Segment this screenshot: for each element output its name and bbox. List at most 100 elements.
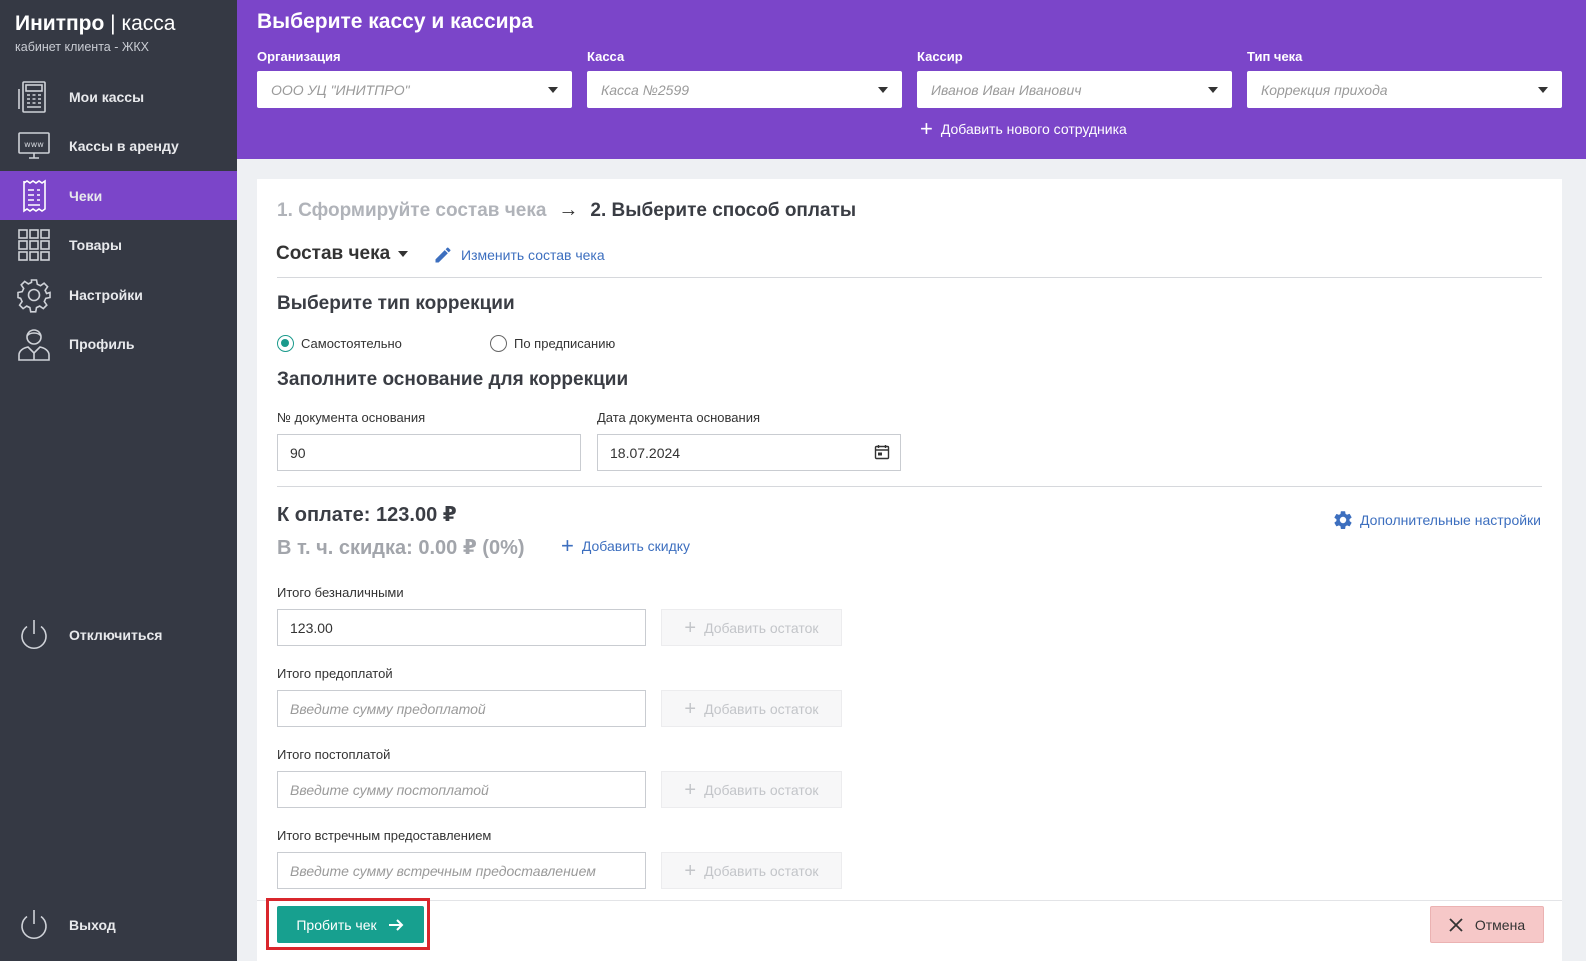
receipt-type-field: Тип чека Коррекция прихода	[1247, 49, 1562, 108]
add-rest-button[interactable]: + Добавить остаток	[661, 690, 842, 727]
cash-register-field: Касса Касса №2599	[587, 49, 902, 108]
cash-register-select[interactable]: Касса №2599	[587, 71, 902, 108]
radio-by-order[interactable]: По предписанию	[490, 335, 615, 352]
radio-self[interactable]: Самостоятельно	[277, 335, 402, 352]
chevron-down-icon	[548, 87, 558, 93]
sidebar-item-receipts[interactable]: Чеки	[0, 171, 237, 220]
page-title: Выберите кассу и кассира	[257, 10, 534, 33]
add-discount-label: Добавить скидку	[581, 538, 691, 554]
content-card: 1. Сформируйте состав чека → 2. Выберите…	[257, 179, 1562, 961]
step-1[interactable]: 1. Сформируйте состав чека	[277, 200, 546, 222]
caret-down-icon	[398, 251, 409, 257]
add-rest-label: Добавить остаток	[704, 700, 819, 717]
add-employee-link[interactable]: + Добавить нового сотрудника	[920, 116, 1127, 141]
add-rest-button[interactable]: + Добавить остаток	[661, 852, 842, 889]
gear-icon	[16, 277, 52, 313]
counter-input[interactable]: Введите сумму встречным предоставлением	[277, 852, 646, 889]
total-amount: К оплате: 123.00 ₽	[277, 504, 457, 526]
grid-icon	[16, 227, 52, 263]
submit-receipt-button[interactable]: Пробить чек	[277, 906, 424, 943]
prepaid-label: Итого предоплатой	[277, 666, 393, 681]
edit-composition-link[interactable]: Изменить состав чека	[433, 245, 605, 265]
plus-icon: +	[920, 116, 933, 141]
postpaid-input[interactable]: Введите сумму постоплатой	[277, 771, 646, 808]
prepaid-input[interactable]: Введите сумму предоплатой	[277, 690, 646, 727]
chevron-down-icon	[878, 87, 888, 93]
add-rest-button[interactable]: + Добавить остаток	[661, 771, 842, 808]
gear-icon	[1334, 511, 1352, 529]
brand: Инитпро | касса кабинет клиента - ЖКХ	[15, 12, 175, 54]
cashier-field: Кассир Иванов Иван Иванович	[917, 49, 1232, 108]
plus-icon: +	[684, 778, 697, 801]
counter-label: Итого встречным предоставлением	[277, 828, 492, 843]
radio-button[interactable]	[490, 335, 507, 352]
close-icon	[1449, 917, 1463, 932]
composition-title: Состав чека	[276, 243, 391, 264]
doc-number-input[interactable]: 90	[277, 434, 581, 471]
organization-select[interactable]: ООО УЦ "ИНИТПРО"	[257, 71, 572, 108]
add-rest-label: Добавить остаток	[704, 781, 819, 798]
sidebar-item-label: Настройки	[69, 286, 143, 303]
sidebar-item-my-cash-registers[interactable]: Мои кассы	[0, 72, 237, 121]
add-rest-label: Добавить остаток	[704, 862, 819, 879]
doc-number-label: № документа основания	[277, 410, 426, 425]
edit-composition-label: Изменить состав чека	[461, 247, 605, 263]
extra-settings-label: Дополнительные настройки	[1360, 512, 1541, 528]
divider	[277, 486, 1542, 487]
brand-separator: |	[104, 12, 122, 35]
svg-text:www: www	[24, 140, 44, 149]
plus-icon: +	[684, 697, 697, 720]
arrow-right-icon	[388, 918, 404, 931]
power-icon	[16, 907, 52, 943]
brand-name: Инитпро	[15, 12, 105, 35]
plus-icon: +	[684, 616, 697, 639]
prepaid-placeholder: Введите сумму предоплатой	[290, 700, 486, 717]
cashier-select[interactable]: Иванов Иван Иванович	[917, 71, 1232, 108]
postpaid-label: Итого постоплатой	[277, 747, 391, 762]
add-employee-label: Добавить нового сотрудника	[940, 121, 1127, 137]
chevron-down-icon	[1538, 87, 1548, 93]
extra-settings-link[interactable]: Дополнительные настройки	[1332, 509, 1541, 531]
brand-subtitle: кабинет клиента - ЖКХ	[15, 40, 150, 54]
step-2: 2. Выберите способ оплаты	[590, 199, 857, 221]
footer-divider	[257, 900, 1562, 901]
cash-register-value: Касса №2599	[601, 81, 690, 98]
discount-amount: В т. ч. скидка: 0.00 ₽ (0%)	[277, 537, 525, 559]
steps-breadcrumb: 1. Сформируйте состав чека → 2. Выберите…	[277, 199, 856, 222]
cashless-input[interactable]: 123.00	[277, 609, 646, 646]
sidebar: Инитпро | касса кабинет клиента - ЖКХ Мо…	[0, 0, 237, 961]
add-rest-button[interactable]: + Добавить остаток	[661, 609, 842, 646]
correction-basis-title: Заполните основание для коррекции	[277, 369, 629, 390]
cashier-value: Иванов Иван Иванович	[931, 81, 1082, 98]
disconnect-label: Отключиться	[69, 626, 163, 643]
composition-toggle[interactable]: Состав чека	[276, 243, 409, 265]
power-icon	[16, 617, 52, 653]
cancel-label: Отмена	[1474, 916, 1526, 933]
brand-product: касса	[121, 12, 176, 35]
cashier-label: Кассир	[917, 49, 963, 64]
add-discount-link[interactable]: + Добавить скидку	[561, 535, 691, 557]
plus-icon: +	[684, 859, 697, 882]
sidebar-item-label: Кассы в аренду	[69, 137, 179, 154]
logout-button[interactable]: Выход	[0, 900, 237, 949]
doc-date-label: Дата документа основания	[597, 410, 761, 425]
radio-self-label: Самостоятельно	[301, 336, 402, 351]
radio-button-checked[interactable]	[277, 335, 294, 352]
sidebar-item-settings[interactable]: Настройки	[0, 270, 237, 319]
doc-date-value: 18.07.2024	[610, 444, 681, 461]
calendar-icon[interactable]	[874, 444, 890, 460]
counter-placeholder: Введите сумму встречным предоставлением	[290, 862, 596, 879]
sidebar-item-products[interactable]: Товары	[0, 220, 237, 269]
correction-type-title: Выберите тип коррекции	[277, 293, 515, 314]
sidebar-item-profile[interactable]: Профиль	[0, 319, 237, 368]
cash-register-label: Касса	[587, 49, 625, 64]
sidebar-item-rent-cash-registers[interactable]: www Кассы в аренду	[0, 121, 237, 170]
disconnect-button[interactable]: Отключиться	[0, 610, 237, 659]
doc-date-input[interactable]: 18.07.2024	[597, 434, 901, 471]
cancel-button[interactable]: Отмена	[1430, 906, 1544, 943]
chevron-down-icon	[1208, 87, 1218, 93]
receipt-type-select[interactable]: Коррекция прихода	[1247, 71, 1562, 108]
organization-value: ООО УЦ "ИНИТПРО"	[271, 81, 410, 98]
user-icon	[16, 326, 52, 362]
sidebar-item-label: Товары	[69, 236, 122, 253]
